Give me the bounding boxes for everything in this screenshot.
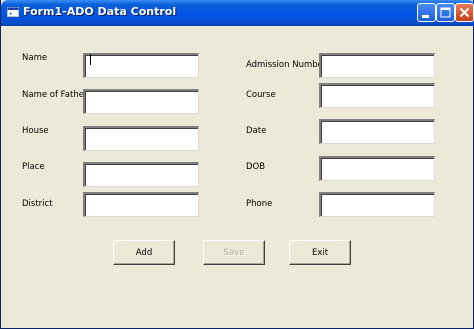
father-name-field[interactable] [83,89,199,114]
place-label: Place [22,162,45,172]
district-label: District [22,199,53,209]
window-title: Form1-ADO Data Control [23,5,177,18]
form-window: Form1-ADO Data Control Name Name of Fath… [0,0,474,329]
name-label: Name [22,53,48,63]
admission-number-label: Admission Number [246,60,327,70]
title-bar[interactable]: Form1-ADO Data Control [1,0,474,26]
admission-number-field[interactable] [319,53,435,78]
dob-label: DOB [246,162,266,172]
exit-button[interactable]: Exit [289,240,351,265]
phone-label: Phone [246,199,273,209]
save-button[interactable]: Save [203,240,265,265]
date-field[interactable] [319,119,435,144]
form-client-area: Name Name of Father House Place District… [4,26,472,326]
date-label: Date [246,126,267,136]
vb-form-icon[interactable] [7,6,19,18]
place-field[interactable] [83,162,199,187]
district-field[interactable] [83,192,199,217]
minimize-button[interactable] [417,3,436,22]
phone-field[interactable] [319,192,435,217]
maximize-icon [440,7,451,18]
name-field[interactable] [83,53,199,78]
minimize-icon [422,15,429,18]
course-field[interactable] [319,83,435,108]
close-icon [459,7,470,18]
add-button[interactable]: Add [113,240,175,265]
house-label: House [22,126,49,136]
father-name-label: Name of Father [22,90,88,100]
maximize-button[interactable] [436,3,455,22]
dob-field[interactable] [319,156,435,181]
house-field[interactable] [83,126,199,151]
close-button[interactable] [455,3,474,22]
text-caret [90,54,91,65]
course-label: Course [246,90,276,100]
